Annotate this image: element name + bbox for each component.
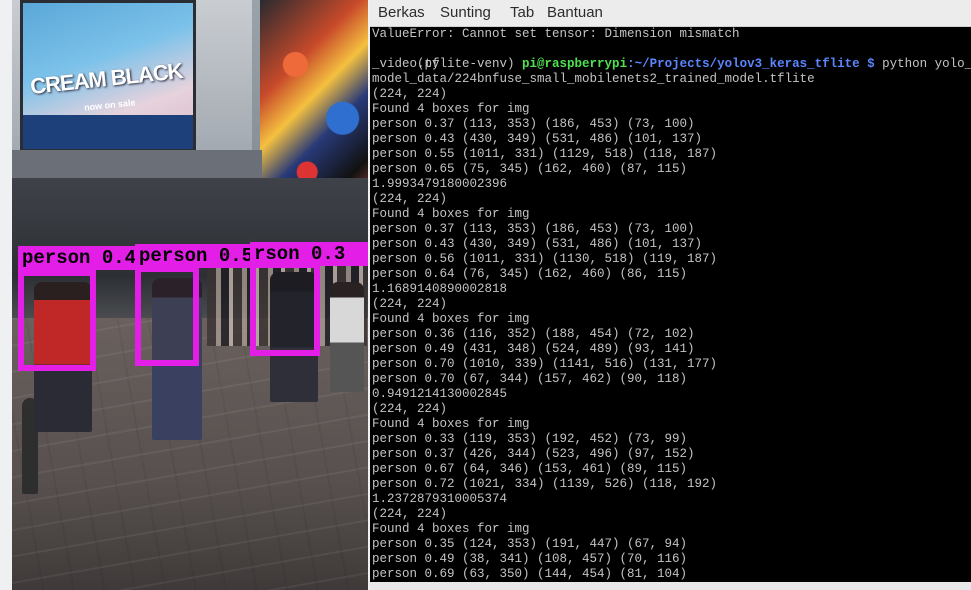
- terminal-output-line: person 0.37 (113, 353) (186, 453) (73, 1…: [372, 222, 695, 236]
- terminal-output-line: person 0.49 (38, 341) (108, 457) (70, 11…: [372, 552, 688, 566]
- terminal-output-line: (224, 224): [372, 87, 448, 101]
- terminal-output-line: person 0.70 (67, 344) (157, 462) (90, 11…: [372, 372, 688, 386]
- terminal-output-line: person 0.70 (1010, 339) (1141, 516) (131…: [372, 357, 718, 371]
- terminal-output[interactable]: ValueError: Cannot set tensor: Dimension…: [370, 27, 971, 582]
- terminal-output-line: (224, 224): [372, 402, 448, 416]
- terminal-output-line: (224, 224): [372, 192, 448, 206]
- terminal-output-line: (224, 224): [372, 507, 448, 521]
- menu-sunting[interactable]: Sunting: [440, 4, 491, 21]
- terminal-output-line: Found 4 boxes for img: [372, 417, 530, 431]
- terminal-output-line: Found 4 boxes for img: [372, 102, 530, 116]
- terminal-bottom-bar: [370, 582, 971, 590]
- pedestrian-white: [330, 282, 364, 392]
- prompt-path: :~/Projects/yolov3_keras_tflite $: [627, 57, 875, 71]
- terminal-output-line: 0.9491214130002845: [372, 387, 508, 401]
- terminal-output-line: person 0.72 (1021, 334) (1139, 526) (118…: [372, 477, 718, 491]
- terminal-output-line: person 0.69 (63, 350) (144, 454) (81, 10…: [372, 567, 688, 581]
- terminal-output-line: (224, 224): [372, 297, 448, 311]
- terminal-output-line: Found 4 boxes for img: [372, 207, 530, 221]
- terminal-output-line: person 0.33 (119, 353) (192, 452) (73, 9…: [372, 432, 688, 446]
- detection-box: [18, 270, 96, 371]
- terminal-output-line: person 0.43 (430, 349) (531, 486) (101, …: [372, 132, 703, 146]
- terminal-output-line: person 0.67 (64, 346) (153, 461) (89, 11…: [372, 462, 688, 476]
- terminal-output-line: model_data/224bnfuse_small_mobilenets2_t…: [372, 72, 815, 86]
- detection-box: [135, 266, 199, 366]
- terminal-output-line: person 0.35 (124, 353) (191, 447) (67, 9…: [372, 537, 688, 551]
- command-text: python yolo_t: [874, 57, 971, 71]
- terminal-output-line: person 0.37 (113, 353) (186, 453) (73, 1…: [372, 117, 695, 131]
- terminal-output-line: person 0.36 (116, 352) (188, 454) (72, 1…: [372, 327, 695, 341]
- terminal-output-line: person 0.65 (75, 345) (162, 460) (87, 11…: [372, 162, 688, 176]
- video-frame: CREAM BLACK now on sale person 0.4 perso…: [12, 0, 368, 590]
- terminal-output-line: 1.2372879310005374: [372, 492, 508, 506]
- terminal-output-line: person 0.64 (76, 345) (162, 460) (86, 11…: [372, 267, 688, 281]
- menu-bar: Berkas Sunting Tab Bantuan: [370, 0, 971, 27]
- terminal-output-line: 1.1689140890002818: [372, 282, 508, 296]
- detection-label: person 0.55: [135, 244, 269, 268]
- menu-berkas[interactable]: Berkas: [378, 4, 425, 21]
- billboard-stripe: [23, 115, 193, 149]
- menu-tab[interactable]: Tab: [510, 4, 534, 21]
- awning: [12, 150, 262, 178]
- error-line: ValueError: Cannot set tensor: Dimension…: [372, 27, 740, 41]
- command-prompt-line: (tflite-venv) pi@raspberrypi:~/Projects/…: [372, 42, 971, 71]
- menu-bantuan[interactable]: Bantuan: [547, 4, 603, 21]
- terminal-output-line: 1.9993479180002396: [372, 177, 508, 191]
- prompt-user: pi@raspberrypi: [522, 57, 628, 71]
- terminal-output-line: person 0.43 (430, 349) (531, 486) (101, …: [372, 237, 703, 251]
- terminal-window[interactable]: Berkas Sunting Tab Bantuan ValueError: C…: [370, 0, 971, 590]
- terminal-output-line: _video.py: [372, 57, 440, 71]
- detection-label: person 0.4: [18, 246, 146, 270]
- detection-box: [250, 262, 320, 356]
- terminal-output-line: Found 4 boxes for img: [372, 312, 530, 326]
- terminal-output-line: person 0.56 (1011, 331) (1130, 518) (119…: [372, 252, 718, 266]
- terminal-output-line: person 0.55 (1011, 331) (1129, 518) (118…: [372, 147, 718, 161]
- terminal-output-line: person 0.37 (426, 344) (523, 496) (97, 1…: [372, 447, 695, 461]
- terminal-output-line: Found 4 boxes for img: [372, 522, 530, 536]
- detection-label: rson 0.3: [250, 242, 368, 266]
- terminal-output-line: person 0.49 (431, 348) (524, 489) (93, 1…: [372, 342, 695, 356]
